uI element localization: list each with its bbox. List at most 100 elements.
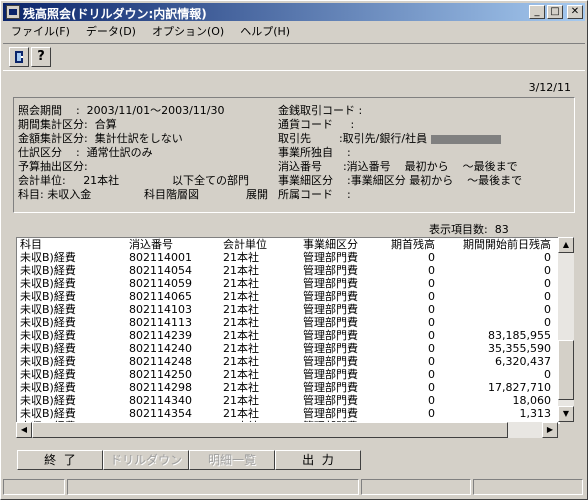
exit-button[interactable]: 終 了 [17,450,103,470]
balance-table[interactable]: 科目 消込番号 会計単位 事業細区分 期首残高 期間開始前日残高 未収B)経費 8… [16,237,560,424]
table-row[interactable]: 未収B)経費 802114054 21本社 管理部門費 0 0 [17,264,557,277]
cell-account: 未収B)経費 [20,303,76,316]
cell-clearing-number: 802114340 [129,394,192,407]
scroll-right-button[interactable]: ▶ [542,422,558,438]
cell-opening-balance: 0 [428,316,435,329]
cell-business-detail: 管理部門費 [303,251,358,264]
cell-accounting-unit: 21本社 [223,329,259,342]
table-row[interactable]: 未収B)経費 802114239 21本社 管理部門費 0 83,185,955 [17,329,557,342]
partner-label: 取引先 :取引先/銀行/社員 [278,132,428,145]
cell-opening-balance: 0 [428,381,435,394]
header-business-detail[interactable]: 事業細区分 [303,238,383,251]
cell-business-detail: 管理部門費 [303,329,358,342]
scroll-up-button[interactable]: ▲ [558,237,574,253]
cell-prior-day-balance: 0 [544,290,551,303]
exit-tool-button[interactable] [9,47,29,67]
cell-clearing-number: 802114248 [129,355,192,368]
window-title: 残高照会(ドリルダウン:内訳情報) [23,7,207,21]
partner-value-bar [431,134,502,144]
department-code-label: 所属コード : [278,188,351,201]
cell-clearing-number: 802114240 [129,342,192,355]
cell-accounting-unit: 21本社 [223,251,259,264]
cell-opening-balance: 0 [428,355,435,368]
table-row[interactable]: 未収B)経費 802114354 21本社 管理部門費 0 1,313 [17,407,557,420]
header-opening-balance[interactable]: 期首残高 [383,238,435,251]
cell-opening-balance: 0 [428,407,435,420]
table-row[interactable]: 未収B)経費 802114059 21本社 管理部門費 0 0 [17,277,557,290]
table-row[interactable]: 未収B)経費 802114240 21本社 管理部門費 0 35,355,590 [17,342,557,355]
cell-accounting-unit: 21本社 [223,264,259,277]
vertical-scroll-thumb[interactable] [558,340,574,400]
menu-help[interactable]: ヘルプ(H) [232,23,298,41]
close-button[interactable]: ✕ [567,5,583,19]
horizontal-scrollbar[interactable]: ◀ ▶ [16,422,558,438]
cell-prior-day-balance: 17,827,710 [488,381,551,394]
cell-prior-day-balance: 1,313 [519,407,552,420]
cell-clearing-number: 802114001 [129,251,192,264]
amount-sum-label: 金額集計区分: 集計仕訳をしない [18,132,183,145]
cell-account: 未収B)経費 [20,251,76,264]
scroll-left-button[interactable]: ◀ [16,422,32,438]
table-row[interactable]: 未収B)経費 802114065 21本社 管理部門費 0 0 [17,290,557,303]
table-row[interactable]: 未収B)経費 802114001 21本社 管理部門費 0 0 [17,251,557,264]
header-clearing-number[interactable]: 消込番号 [129,238,219,251]
cell-account: 未収B)経費 [20,407,76,420]
output-button[interactable]: 出 力 [275,450,361,470]
cell-clearing-number: 802114113 [129,316,192,329]
business-own-label: 事業所独自 : [278,146,351,159]
menu-file[interactable]: ファイル(F) [3,23,78,41]
table-row[interactable]: 未収B)経費 802114340 21本社 管理部門費 0 18,060 [17,394,557,407]
cell-business-detail: 管理部門費 [303,394,358,407]
cell-opening-balance: 0 [428,290,435,303]
money-code-label: 金銭取引コード : [278,104,363,117]
cell-accounting-unit: 21本社 [223,394,259,407]
inquiry-conditions-panel: 照会期間 : 2003/11/01～2003/11/30 期間集計区分: 合算 … [13,97,575,213]
table-row[interactable]: 未収B)経費 802114113 21本社 管理部門費 0 0 [17,316,557,329]
period-sum-label: 期間集計区分: 合算 [18,118,117,131]
table-row[interactable]: 未収B)経費 802114298 21本社 管理部門費 0 17,827,710 [17,381,557,394]
cell-account: 未収B)経費 [20,329,76,342]
journal-type-label: 仕訳区分 : 通常仕訳のみ [18,146,153,159]
header-prior-day-balance[interactable]: 期間開始前日残高 [447,238,551,251]
status-panel-1 [3,479,65,495]
drilldown-button[interactable]: ドリルダウン [103,450,189,470]
app-icon [6,5,20,19]
expand-link[interactable]: 展開 [246,188,268,201]
horizontal-scroll-thumb[interactable] [32,422,508,438]
cell-prior-day-balance: 0 [544,303,551,316]
cell-prior-day-balance: 6,320,437 [495,355,551,368]
cell-account: 未収B)経費 [20,342,76,355]
cell-business-detail: 管理部門費 [303,381,358,394]
cell-prior-day-balance: 83,185,955 [488,329,551,342]
business-detail-label: 事業細区分 :事業細区分 最初から ～最後まで [278,174,523,187]
cell-accounting-unit: 21本社 [223,368,259,381]
cell-opening-balance: 0 [428,251,435,264]
scroll-down-button[interactable]: ▼ [558,406,574,422]
cell-accounting-unit: 21本社 [223,407,259,420]
cell-account: 未収B)経費 [20,264,76,277]
vertical-scrollbar[interactable]: ▲ ▼ [558,237,574,422]
cell-opening-balance: 0 [428,329,435,342]
cell-business-detail: 管理部門費 [303,316,358,329]
minimize-button[interactable]: _ [529,5,545,19]
table-row[interactable]: 未収B)経費 802114250 21本社 管理部門費 0 0 [17,368,557,381]
cell-clearing-number: 802114239 [129,329,192,342]
header-account[interactable]: 科目 [20,238,120,251]
cell-accounting-unit: 21本社 [223,303,259,316]
menu-options[interactable]: オプション(O) [144,23,232,41]
detail-list-button[interactable]: 明細一覧 [189,450,275,470]
cell-accounting-unit: 21本社 [223,316,259,329]
account-hierarchy-link[interactable]: 科目階層図 [144,188,199,201]
cell-business-detail: 管理部門費 [303,355,358,368]
header-accounting-unit[interactable]: 会計単位 [223,238,301,251]
cell-clearing-number: 802114103 [129,303,192,316]
help-tool-button[interactable]: ? [31,47,51,67]
menu-data[interactable]: データ(D) [78,23,144,41]
maximize-button[interactable]: □ [547,5,563,19]
cell-clearing-number: 802114065 [129,290,192,303]
status-bar [3,477,585,497]
table-row[interactable]: 未収B)経費 802114248 21本社 管理部門費 0 6,320,437 [17,355,557,368]
cell-business-detail: 管理部門費 [303,368,358,381]
table-row[interactable]: 未収B)経費 802114103 21本社 管理部門費 0 0 [17,303,557,316]
cell-account: 未収B)経費 [20,316,76,329]
